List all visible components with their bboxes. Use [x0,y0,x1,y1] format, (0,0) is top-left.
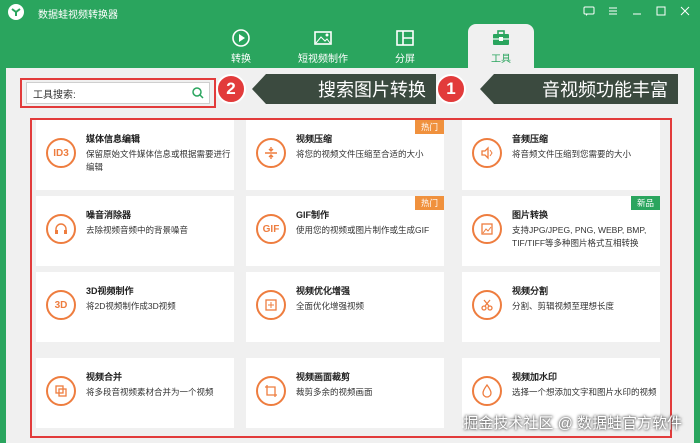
card-title: 噪音消除器 [86,210,132,220]
tool-card-media-info[interactable]: ID3 媒体信息编辑 保留原始文件媒体信息或根据需要进行编辑 [36,120,234,190]
new-badge: 新品 [630,196,660,210]
convert-icon [232,28,250,47]
hot-badge: 热门 [414,120,444,134]
menu-icon[interactable] [606,4,620,18]
tool-card-audio-compress[interactable]: 音频压缩 将音频文件压缩到您需要的大小 [462,120,660,190]
card-desc: 保留原始文件媒体信息或根据需要进行编辑 [86,149,231,172]
tool-card-3d-video[interactable]: 3D 3D视频制作 将2D视频制作成3D视频 [36,272,234,342]
tools-panel: 工具搜索: 搜索图片转换 2 音视频功能丰富 1 ID3 媒体信息编辑 保留原始… [6,68,694,443]
card-desc: 将多段音视频素材合并为一个视频 [86,387,214,397]
card-desc: 将2D视频制作成3D视频 [86,301,176,311]
card-desc: 裁剪多余的视频画面 [296,387,373,397]
compress-icon [256,138,286,168]
card-title: 音频压缩 [512,134,549,144]
feedback-icon[interactable] [582,4,596,18]
id3-icon: ID3 [46,138,76,168]
search-highlight-frame [20,78,216,108]
card-title: 视频优化增强 [296,286,351,296]
tool-card-noise-remover[interactable]: 噪音消除器 去除视频音频中的背景噪音 [36,196,234,266]
card-desc: 支持JPG/JPEG, PNG, WEBP, BMP, TIF/TIFF等多种图… [512,225,647,248]
main-nav: 转换 短视频制作 分屏 工具 [200,24,534,68]
tab-short-video[interactable]: 短视频制作 [282,24,364,68]
callout-number-2: 2 [216,74,246,104]
tab-tools-label: 工具 [491,53,511,65]
card-title: 3D视频制作 [86,286,134,296]
tool-card-video-compress[interactable]: 热门 视频压缩 将您的视频文件压缩至合适的大小 [246,120,444,190]
scissors-icon [472,290,502,320]
image-icon [314,30,332,45]
close-icon[interactable] [678,4,692,18]
merge-icon [46,376,76,406]
app-window: 数据蛙视频转换器 转换 短视频制作 分屏 工具 工具搜索: 搜索图片转换 2 音… [0,0,700,443]
headphone-icon [46,214,76,244]
3d-icon: 3D [46,290,76,320]
crop-icon [256,376,286,406]
card-desc: 使用您的视频或图片制作或生成GIF [296,225,430,235]
maximize-icon[interactable] [654,4,668,18]
card-desc: 将您的视频文件压缩至合适的大小 [296,149,424,159]
callout-features: 音视频功能丰富 [480,74,678,104]
tool-card-gif-maker[interactable]: GIF 热门 GIF制作 使用您的视频或图片制作或生成GIF [246,196,444,266]
app-logo-icon [8,4,24,20]
tool-card-video-crop[interactable]: 视频画面裁剪 裁剪多余的视频画面 [246,358,444,428]
watermark-icon [472,376,502,406]
tab-split-screen-label: 分屏 [395,53,415,65]
tab-tools[interactable]: 工具 [468,24,534,68]
title-bar: 数据蛙视频转换器 [0,0,700,24]
card-title: 视频画面裁剪 [296,372,351,382]
tab-short-video-label: 短视频制作 [298,53,348,65]
audio-compress-icon [472,138,502,168]
site-watermark: 掘金技术社区 @ 数据蛙官方软件 [463,415,682,432]
card-desc: 分割、剪辑视频至理想长度 [512,301,615,311]
minimize-icon[interactable] [630,4,644,18]
tab-convert[interactable]: 转换 [200,24,282,68]
tool-card-image-convert[interactable]: 新品 图片转换 支持JPG/JPEG, PNG, WEBP, BMP, TIF/… [462,196,660,266]
card-desc: 去除视频音频中的背景噪音 [86,225,189,235]
card-desc: 将音频文件压缩到您需要的大小 [512,149,632,159]
split-screen-icon [396,29,414,46]
tool-card-video-enhance[interactable]: 视频优化增强 全面优化增强视频 [246,272,444,342]
callout-number-1: 1 [436,74,466,104]
tab-split-screen[interactable]: 分屏 [364,24,446,68]
card-desc: 全面优化增强视频 [296,301,365,311]
callout-features-text: 音视频功能丰富 [542,80,668,100]
card-title: 视频压缩 [296,134,333,144]
card-title: 视频加水印 [512,372,558,382]
card-title: 媒体信息编辑 [86,134,141,144]
card-title: 视频分割 [512,286,549,296]
enhance-icon [256,290,286,320]
app-title: 数据蛙视频转换器 [38,10,118,21]
callout-search: 搜索图片转换 [252,74,436,104]
hot-badge: 热门 [414,196,444,210]
tab-convert-label: 转换 [231,53,251,65]
gif-icon: GIF [256,214,286,244]
tool-card-video-merge[interactable]: 视频合并 将多段音视频素材合并为一个视频 [36,358,234,428]
tool-card-video-split[interactable]: 视频分割 分割、剪辑视频至理想长度 [462,272,660,342]
callout-search-text: 搜索图片转换 [318,80,426,100]
image-convert-icon [472,214,502,244]
card-desc: 选择一个想添加文字和图片水印的视频 [512,387,657,397]
card-title: 视频合并 [86,372,123,382]
toolbox-icon [493,29,509,45]
card-title: GIF制作 [296,210,329,220]
card-title: 图片转换 [512,210,549,220]
